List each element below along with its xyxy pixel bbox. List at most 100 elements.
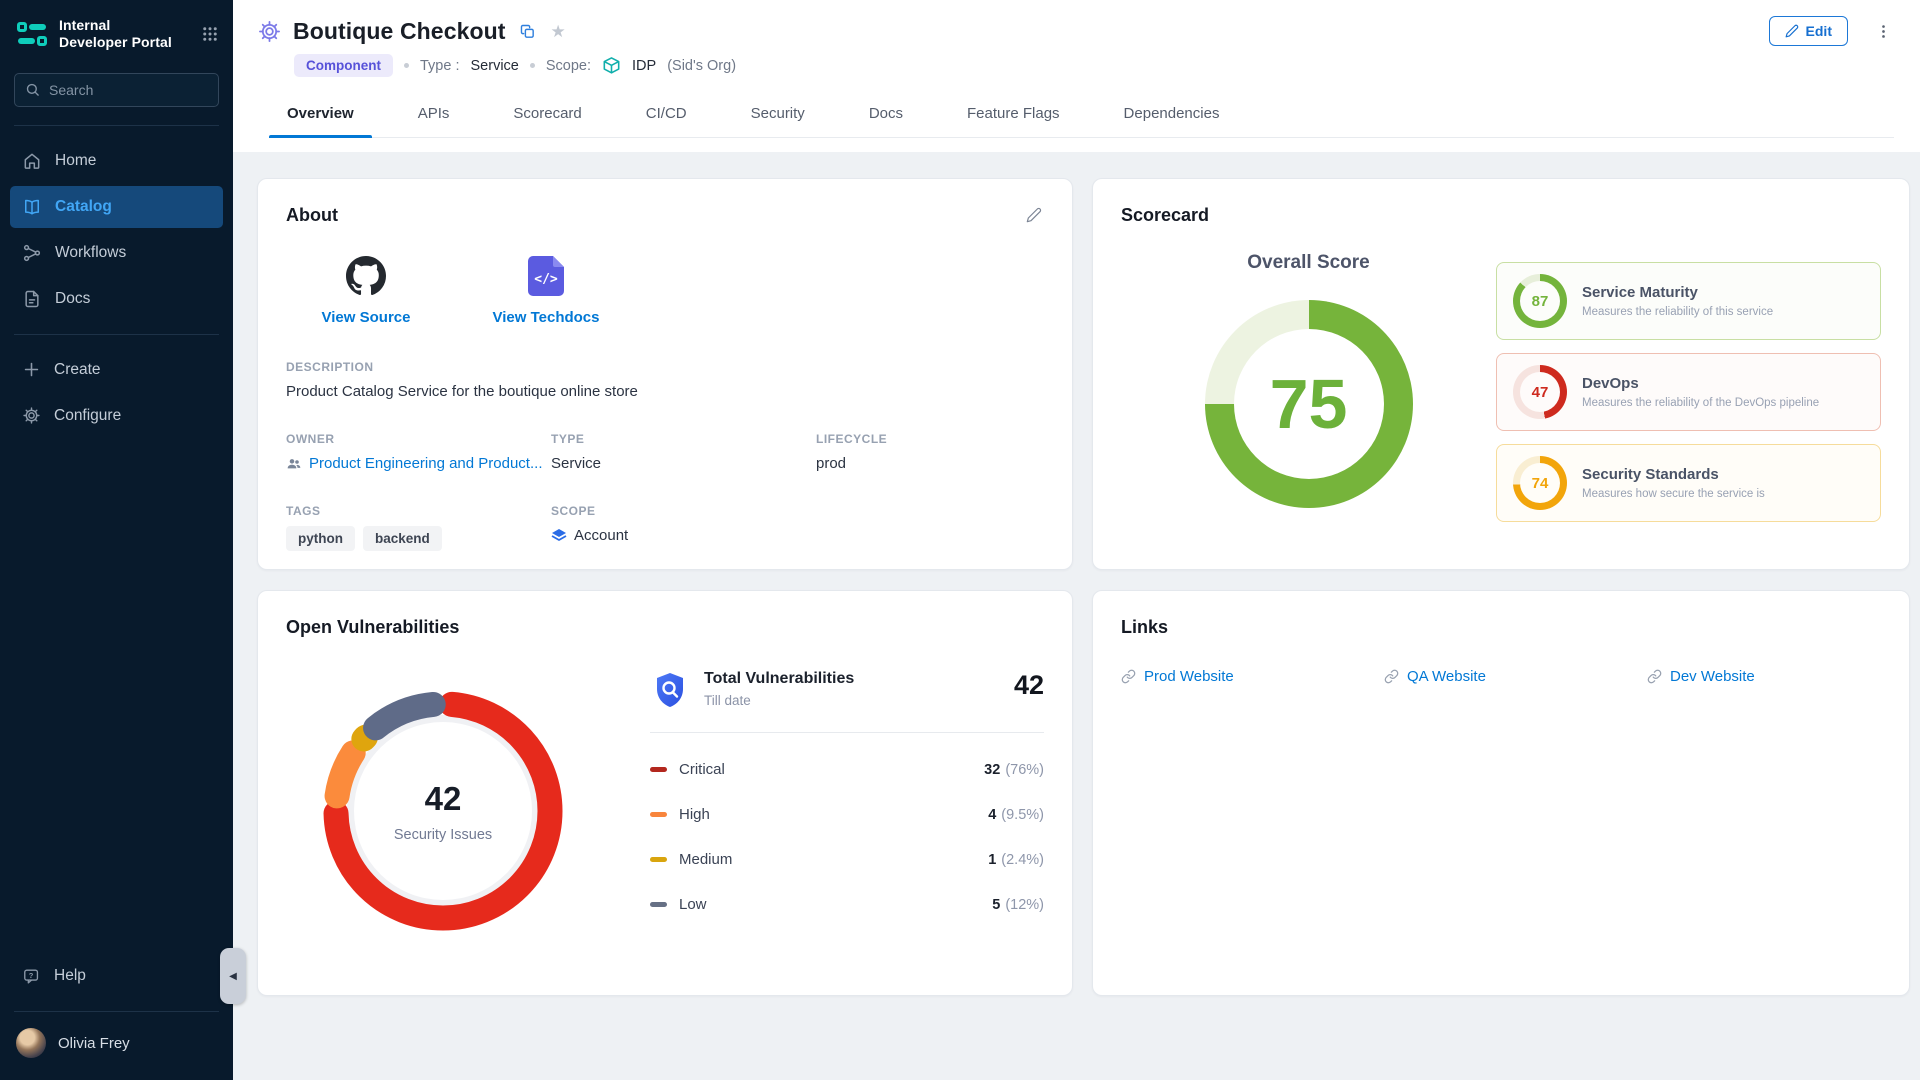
tab-docs[interactable]: Docs [867,97,905,137]
about-edit-pencil-icon[interactable] [1024,205,1044,225]
svg-text:?: ? [29,970,34,979]
plus-icon [22,360,41,379]
tab-feature-flags[interactable]: Feature Flags [965,97,1062,137]
links-card: Links Prod Website QA Website Dev Websit… [1092,590,1910,996]
sidebar-item-label: Home [55,152,96,170]
sidebar-item-label: Docs [55,290,90,308]
sidebar-item-label: Configure [54,407,121,425]
score-ring-value: 74 [1520,463,1560,503]
edit-label: Edit [1806,23,1832,39]
lifecycle-label: LIFECYCLE [816,432,1044,446]
type-field-label: TYPE [551,432,816,446]
security-issues-count: 42 [425,780,462,818]
tag-chip[interactable]: backend [363,526,442,551]
scorecard-item-service-maturity[interactable]: 87 Service Maturity Measures the reliabi… [1496,262,1881,340]
divider [14,1011,219,1012]
vulnerabilities-donut: 42 Security Issues [308,676,578,946]
type-value: Service [471,58,519,74]
docs-file-icon [22,289,42,309]
tab-dependencies[interactable]: Dependencies [1122,97,1222,137]
sidebar-item-catalog[interactable]: Catalog [10,186,223,228]
scorecard-item-name: Security Standards [1582,466,1765,483]
account-scope-icon [551,528,567,544]
description-value: Product Catalog Service for the boutique… [286,383,1044,400]
scorecard-item-desc: Measures how secure the service is [1582,488,1765,500]
owner-value: Product Engineering and Product... [309,455,542,472]
dev-website-link[interactable]: Dev Website [1647,668,1910,685]
view-source-label: View Source [322,309,411,326]
search-input[interactable]: Search [14,73,219,107]
tab-security[interactable]: Security [749,97,807,137]
scorecard-item-security-standards[interactable]: 74 Security Standards Measures how secur… [1496,444,1881,522]
vulnerabilities-title: Open Vulnerabilities [286,617,1044,638]
medium-dash-icon [650,857,667,862]
links-title: Links [1121,617,1881,638]
sidebar-item-label: Catalog [55,198,112,216]
high-dash-icon [650,812,667,817]
view-techdocs-link[interactable]: </> View Techdocs [476,256,616,326]
sidebar-item-label: Workflows [55,244,126,262]
type-label: Type : [420,58,460,74]
scorecard-item-devops[interactable]: 47 DevOps Measures the reliability of th… [1496,353,1881,431]
view-source-link[interactable]: View Source [296,256,436,326]
scorecard-card: Scorecard Overall Score 75 87 Service Ma… [1092,178,1910,570]
user-menu[interactable]: Olivia Frey [0,1016,233,1080]
kebab-menu-icon[interactable] [1873,21,1894,42]
score-ring-value: 47 [1520,372,1560,412]
sidebar-item-help[interactable]: ? Help [10,955,223,997]
search-icon [25,82,40,97]
low-dash-icon [650,902,667,907]
sidebar-item-docs[interactable]: Docs [10,278,223,320]
overall-score-label: Overall Score [1247,252,1370,274]
tags-label: TAGS [286,504,551,518]
owner-link[interactable]: Product Engineering and Product... [286,455,551,472]
tab-cicd[interactable]: CI/CD [644,97,689,137]
apps-grid-icon[interactable] [201,25,219,43]
sidebar-item-create[interactable]: Create [10,349,223,391]
app-logo [16,18,48,50]
about-title: About [286,205,338,226]
sidebar-item-configure[interactable]: Configure [10,395,223,437]
entity-gear-icon [257,19,282,44]
qa-website-link[interactable]: QA Website [1384,668,1647,685]
critical-dash-icon [650,767,667,772]
divider [650,732,1044,733]
overall-score-value: 75 [1270,364,1348,444]
vulnerabilities-card: Open Vulnerabilities 42 Security Issues [257,590,1073,996]
lifecycle-value: prod [816,455,1044,472]
total-vulnerabilities-title: Total Vulnerabilities [704,670,854,688]
home-icon [22,151,42,171]
edit-button[interactable]: Edit [1769,16,1848,46]
owner-label: OWNER [286,432,551,446]
sidebar-item-label: Help [54,967,86,985]
entity-kind-badge: Component [294,54,393,77]
sidebar-item-workflows[interactable]: Workflows [10,232,223,274]
scorecard-item-desc: Measures the reliability of this service [1582,306,1773,318]
scorecard-item-desc: Measures the reliability of the DevOps p… [1582,397,1819,409]
search-placeholder: Search [49,82,93,98]
scorecard-item-name: DevOps [1582,375,1819,392]
page-title: Boutique Checkout [293,18,506,45]
logo-row: Internal Developer Portal [0,0,233,65]
svg-text:</>: </> [534,272,558,287]
tab-scorecard[interactable]: Scorecard [511,97,583,137]
tab-bar: Overview APIs Scorecard CI/CD Security D… [285,97,1894,138]
workflows-icon [22,243,42,263]
scope-field-label: SCOPE [551,504,816,518]
tag-chip[interactable]: python [286,526,355,551]
type-field-value: Service [551,455,816,472]
catalog-book-icon [22,197,42,217]
scope-field-value: Account [574,527,628,544]
prod-website-link[interactable]: Prod Website [1121,668,1384,685]
scope-label: Scope: [546,58,591,74]
favorite-star-icon[interactable]: ★ [549,21,568,42]
sidebar-collapse-handle[interactable]: ◀ [220,948,246,1004]
legend-row-low: Low 5 (12%) [650,896,1044,913]
sidebar-item-home[interactable]: Home [10,140,223,182]
tab-apis[interactable]: APIs [416,97,452,137]
avatar [16,1028,46,1058]
legend-row-medium: Medium 1 (2.4%) [650,851,1044,868]
copy-icon[interactable] [517,21,538,42]
tab-overview[interactable]: Overview [285,97,356,137]
sidebar-item-label: Create [54,361,101,379]
